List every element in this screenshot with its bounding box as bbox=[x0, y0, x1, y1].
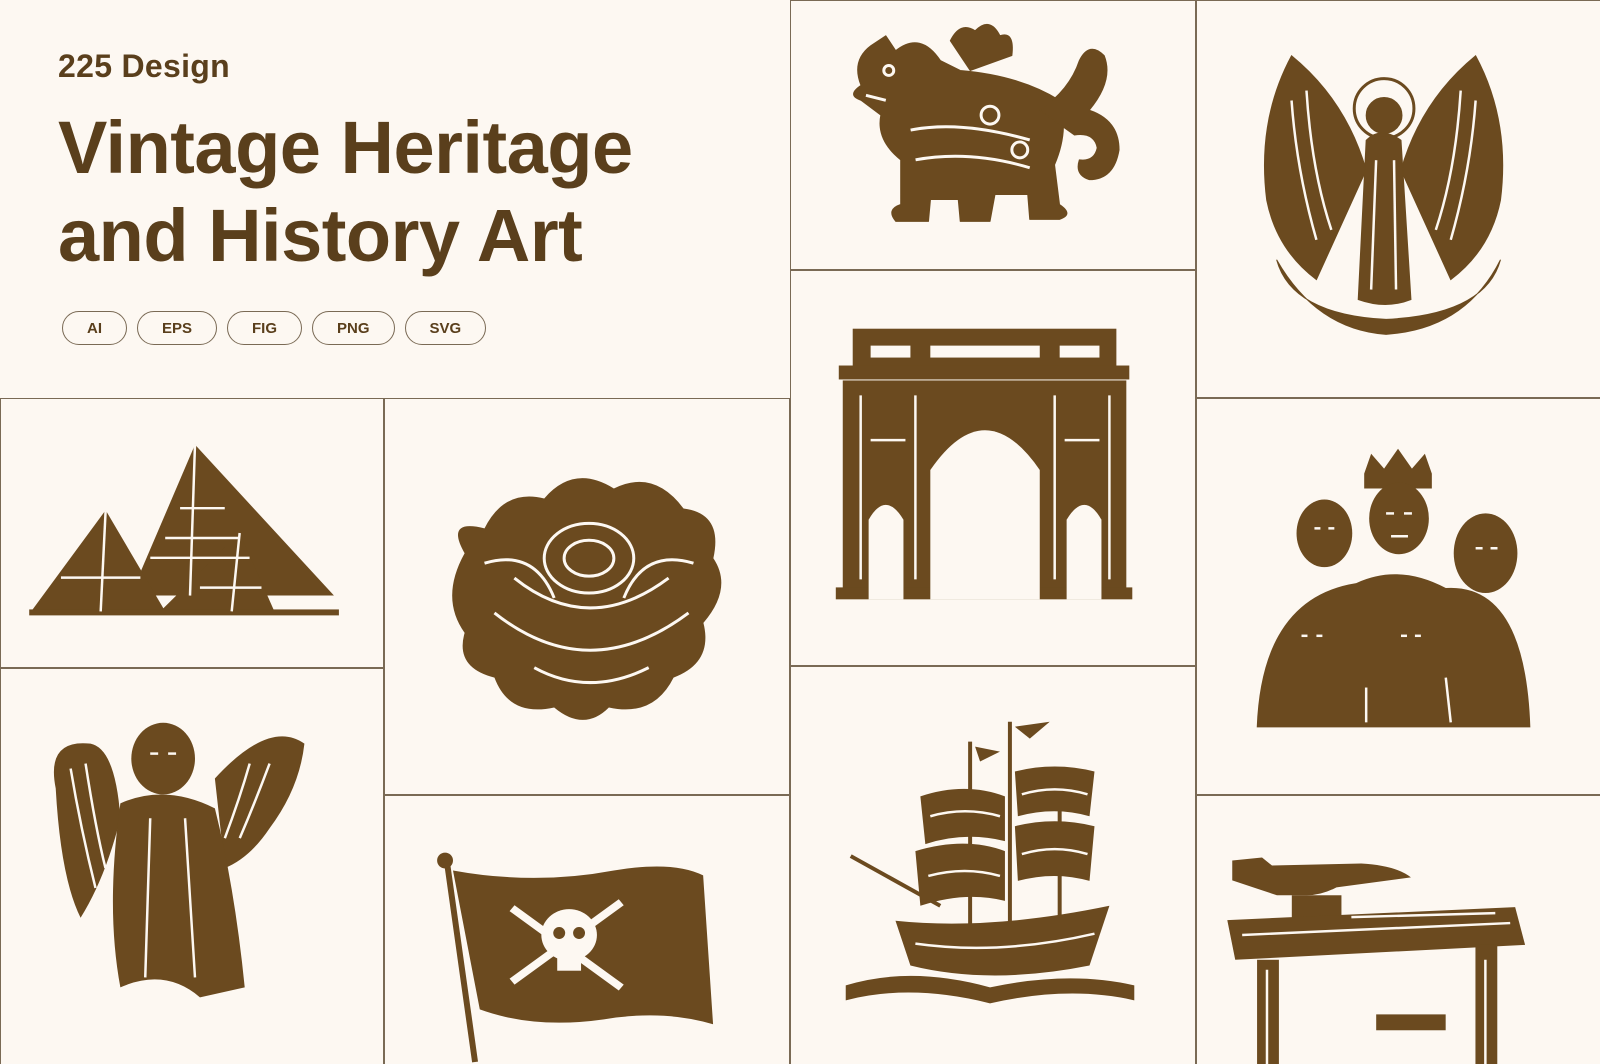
guardian-lion-icon bbox=[853, 24, 1120, 222]
title-line-2: and History Art bbox=[58, 194, 583, 277]
tile-praying-angel bbox=[0, 668, 384, 1064]
page-title: Vintage Heritage and History Art bbox=[58, 104, 778, 280]
royal-family-portrait-icon bbox=[1256, 448, 1531, 728]
hero-panel: 225 Design Vintage Heritage and History … bbox=[0, 0, 790, 398]
product-preview-page: 225 Design Vintage Heritage and History … bbox=[0, 0, 1600, 1064]
tile-triumphal-arch bbox=[790, 270, 1196, 666]
triumphal-arch-icon bbox=[835, 328, 1133, 600]
format-pill-eps[interactable]: EPS bbox=[137, 311, 218, 345]
tile-royal-family bbox=[1196, 398, 1600, 795]
tile-rose bbox=[384, 398, 790, 795]
pyramids-icon bbox=[29, 444, 339, 616]
rose-flower-icon bbox=[452, 478, 722, 720]
pirate-flag-icon bbox=[437, 852, 714, 1063]
format-pill-png[interactable]: PNG bbox=[312, 311, 395, 345]
format-pill-svg[interactable]: SVG bbox=[404, 311, 487, 345]
file-format-list: AI EPS FIG PNG SVG bbox=[62, 311, 487, 345]
format-pill-ai[interactable]: AI bbox=[62, 311, 127, 345]
praying-angel-icon bbox=[53, 722, 305, 998]
tile-guardian-lion bbox=[790, 0, 1196, 270]
tile-anvil-workbench bbox=[1196, 795, 1600, 1064]
tile-angel-halo bbox=[1196, 0, 1600, 398]
format-pill-fig[interactable]: FIG bbox=[227, 311, 303, 345]
anvil-workbench-icon bbox=[1227, 857, 1526, 1064]
design-count-label: 225 Design bbox=[58, 48, 230, 84]
title-line-1: Vintage Heritage bbox=[58, 106, 633, 189]
tile-pirate-flag bbox=[384, 795, 790, 1064]
winged-angel-halo-icon bbox=[1263, 54, 1504, 335]
tile-pyramids bbox=[0, 398, 384, 668]
tile-sailing-ship bbox=[790, 666, 1196, 1064]
sailing-ship-icon bbox=[845, 721, 1135, 1004]
